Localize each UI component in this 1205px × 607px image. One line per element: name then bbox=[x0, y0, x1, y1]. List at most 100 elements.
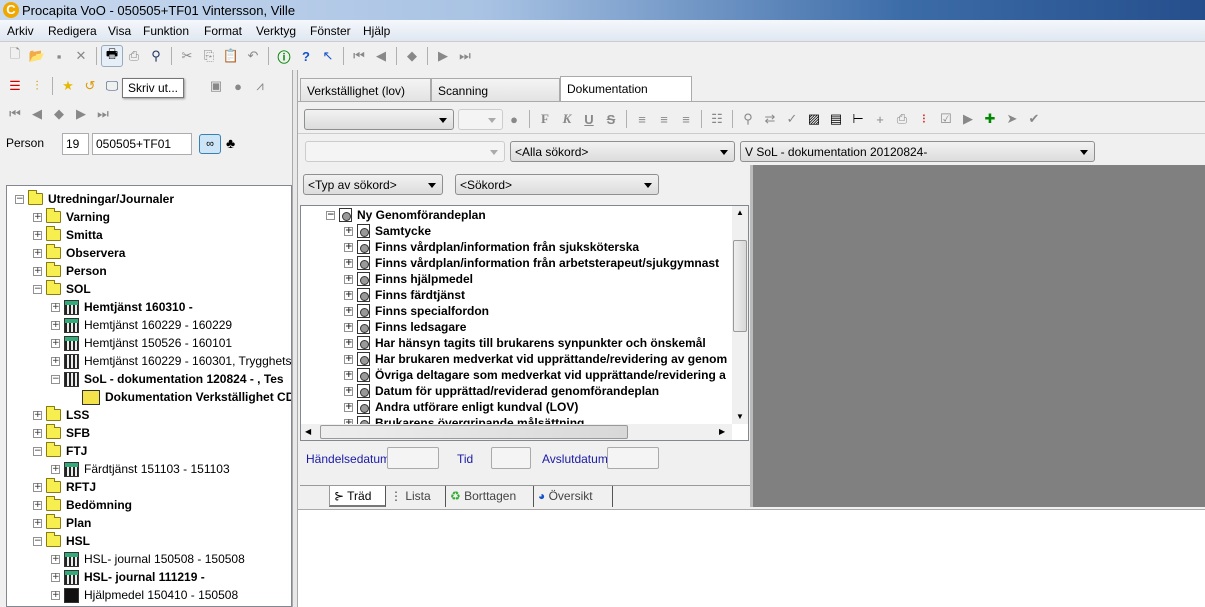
previous-icon[interactable]: ◀ bbox=[26, 103, 48, 125]
copy-icon[interactable]: ⎘ bbox=[198, 45, 220, 67]
tab-trad[interactable]: ⊱ Träd bbox=[329, 486, 386, 507]
tab-lista[interactable]: ⋮ Lista bbox=[386, 486, 446, 507]
keyword-type-combo[interactable]: <Typ av sökord> bbox=[303, 174, 443, 195]
tree-item[interactable]: + Observera bbox=[33, 244, 125, 262]
open-icon[interactable]: 📂 bbox=[26, 45, 48, 67]
document-editor-area[interactable] bbox=[298, 509, 1205, 607]
scroll-left-icon[interactable]: ◀ bbox=[305, 427, 311, 436]
document-combo[interactable]: V SoL - dokumentation 20120824- bbox=[740, 141, 1095, 162]
scroll-right-icon[interactable]: ▶ bbox=[719, 427, 725, 436]
tree-item[interactable]: + RFTJ bbox=[33, 478, 96, 496]
tree-item[interactable]: + Person bbox=[33, 262, 107, 280]
tree-item[interactable]: + Hemtjänst 160229 - 160301, Trygghetslar… bbox=[51, 352, 291, 370]
pin-icon[interactable]: ➤ bbox=[1001, 108, 1023, 130]
time-input[interactable] bbox=[491, 447, 531, 469]
scrollbar-thumb[interactable] bbox=[733, 240, 747, 332]
monitor-icon[interactable]: 🖵 bbox=[101, 75, 123, 97]
end-date-input[interactable] bbox=[607, 447, 659, 469]
strikethrough-button[interactable]: S bbox=[600, 108, 622, 130]
horizontal-scrollbar[interactable]: ◀ ▶ bbox=[301, 424, 732, 440]
menu-format[interactable]: Format bbox=[204, 24, 242, 38]
bullet-list-icon[interactable]: ☷ bbox=[706, 108, 728, 130]
first-record-icon[interactable]: ⏮ bbox=[348, 45, 370, 67]
tree-item[interactable]: + HSL- journal 150508 - 150508 bbox=[51, 550, 245, 568]
replace-icon[interactable]: ⇄ bbox=[759, 108, 781, 130]
collapse-icon[interactable]: − bbox=[33, 536, 42, 546]
sign-icon[interactable]: ☑ bbox=[935, 108, 957, 130]
collapse-icon[interactable]: − bbox=[15, 194, 24, 204]
tree-item[interactable]: + Plan bbox=[33, 514, 91, 532]
first-icon[interactable]: ⏮ bbox=[4, 103, 26, 125]
search-person-button[interactable]: ∞ bbox=[199, 134, 221, 154]
expand-icon[interactable]: + bbox=[51, 464, 60, 474]
tree-item[interactable]: + Hemtjänst 160229 - 160229 bbox=[51, 316, 232, 334]
expand-icon[interactable]: + bbox=[344, 242, 353, 252]
menu-funktion[interactable]: Funktion bbox=[143, 24, 189, 38]
printer-icon[interactable]: ⎙ bbox=[891, 108, 913, 130]
tree-item[interactable]: − SoL - dokumentation 120824 - , Tes bbox=[51, 370, 284, 388]
align-left-icon[interactable]: ≡ bbox=[631, 108, 653, 130]
expand-icon[interactable]: + bbox=[51, 554, 60, 564]
tree-person-icon[interactable]: ♣ bbox=[226, 135, 235, 151]
undo-icon[interactable]: ↶ bbox=[242, 45, 264, 67]
next-icon[interactable]: ▶ bbox=[70, 103, 92, 125]
menu-arkiv[interactable]: Arkiv bbox=[7, 24, 34, 38]
tree-item[interactable]: + Hemtjänst 160310 - bbox=[51, 298, 193, 316]
scroll-down-icon[interactable]: ▼ bbox=[736, 412, 744, 421]
undo-arrow-icon[interactable]: ↺ bbox=[79, 75, 101, 97]
add-row-icon[interactable]: ✚ bbox=[979, 108, 1001, 130]
tab-borttagen[interactable]: ♻ Borttagen bbox=[446, 486, 534, 507]
expand-icon[interactable]: + bbox=[51, 320, 60, 330]
expand-icon[interactable]: + bbox=[344, 258, 353, 268]
menu-fonster[interactable]: Fönster bbox=[310, 24, 351, 38]
expand-icon[interactable]: + bbox=[344, 322, 353, 332]
expand-icon[interactable]: + bbox=[344, 306, 353, 316]
bold-button[interactable]: F bbox=[534, 108, 556, 130]
italic-button[interactable]: K bbox=[556, 108, 578, 130]
tree-item[interactable]: + Smitta bbox=[33, 226, 103, 244]
current-icon[interactable]: ◆ bbox=[48, 103, 70, 125]
expand-icon[interactable]: + bbox=[33, 482, 42, 492]
document-tree-item[interactable]: + Har brukaren medverkat vid upprättande/… bbox=[344, 351, 727, 367]
expand-icon[interactable]: + bbox=[33, 266, 42, 276]
list-red-icon[interactable]: ☰ bbox=[4, 75, 26, 97]
menu-redigera[interactable]: Redigera bbox=[48, 24, 97, 38]
expand-icon[interactable]: + bbox=[33, 230, 42, 240]
person-century-input[interactable] bbox=[62, 133, 89, 155]
tree-item[interactable]: + Bedömning bbox=[33, 496, 132, 514]
keyword-combo[interactable]: <Sökord> bbox=[455, 174, 659, 195]
expand-icon[interactable]: + bbox=[344, 290, 353, 300]
expand-icon[interactable]: + bbox=[344, 386, 353, 396]
expand-icon[interactable]: + bbox=[51, 590, 60, 600]
tree-item[interactable]: + Varning bbox=[33, 208, 110, 226]
collapse-icon[interactable]: − bbox=[33, 284, 42, 294]
tree-item[interactable]: − SOL bbox=[33, 280, 91, 298]
expand-icon[interactable]: + bbox=[344, 402, 353, 412]
menu-hjalp[interactable]: Hjälp bbox=[363, 24, 390, 38]
document-tree-item[interactable]: + Finns vårdplan/information från arbetst… bbox=[344, 255, 719, 271]
expand-icon[interactable]: + bbox=[33, 410, 42, 420]
last-record-icon[interactable]: ⏭ bbox=[454, 45, 476, 67]
print-icon[interactable]: 🖶 bbox=[101, 45, 123, 67]
underline-button[interactable]: U bbox=[578, 108, 600, 130]
all-keywords-combo[interactable]: <Alla sökord> bbox=[510, 141, 735, 162]
document-tree-item[interactable]: + Finns vårdplan/information från sjukskö… bbox=[344, 239, 639, 255]
color-palette-icon[interactable]: ● bbox=[503, 108, 525, 130]
properties-icon[interactable]: ▤ bbox=[825, 108, 847, 130]
info-icon[interactable]: ⓘ bbox=[273, 45, 295, 67]
menu-verktyg[interactable]: Verktyg bbox=[256, 24, 296, 38]
align-right-icon[interactable]: ≡ bbox=[675, 108, 697, 130]
expand-icon[interactable]: + bbox=[344, 370, 353, 380]
expand-icon[interactable]: + bbox=[344, 354, 353, 364]
document-tree-item[interactable]: + Finns färdtjänst bbox=[344, 287, 465, 303]
document-tree-item[interactable]: + Samtycke bbox=[344, 223, 431, 239]
save-icon[interactable]: ▪ bbox=[48, 45, 70, 67]
delete-icon[interactable]: ✕ bbox=[70, 45, 92, 67]
expand-icon[interactable]: + bbox=[33, 428, 42, 438]
scroll-up-icon[interactable]: ▲ bbox=[736, 208, 744, 217]
cut-icon[interactable]: ✂ bbox=[176, 45, 198, 67]
tree-item[interactable]: + Hjälpmedel 150410 - 150508 bbox=[51, 586, 238, 604]
menu-visa[interactable]: Visa bbox=[108, 24, 131, 38]
tree-item[interactable]: + Färdtjänst 151103 - 151103 bbox=[51, 460, 230, 478]
expand-icon[interactable]: + bbox=[51, 572, 60, 582]
